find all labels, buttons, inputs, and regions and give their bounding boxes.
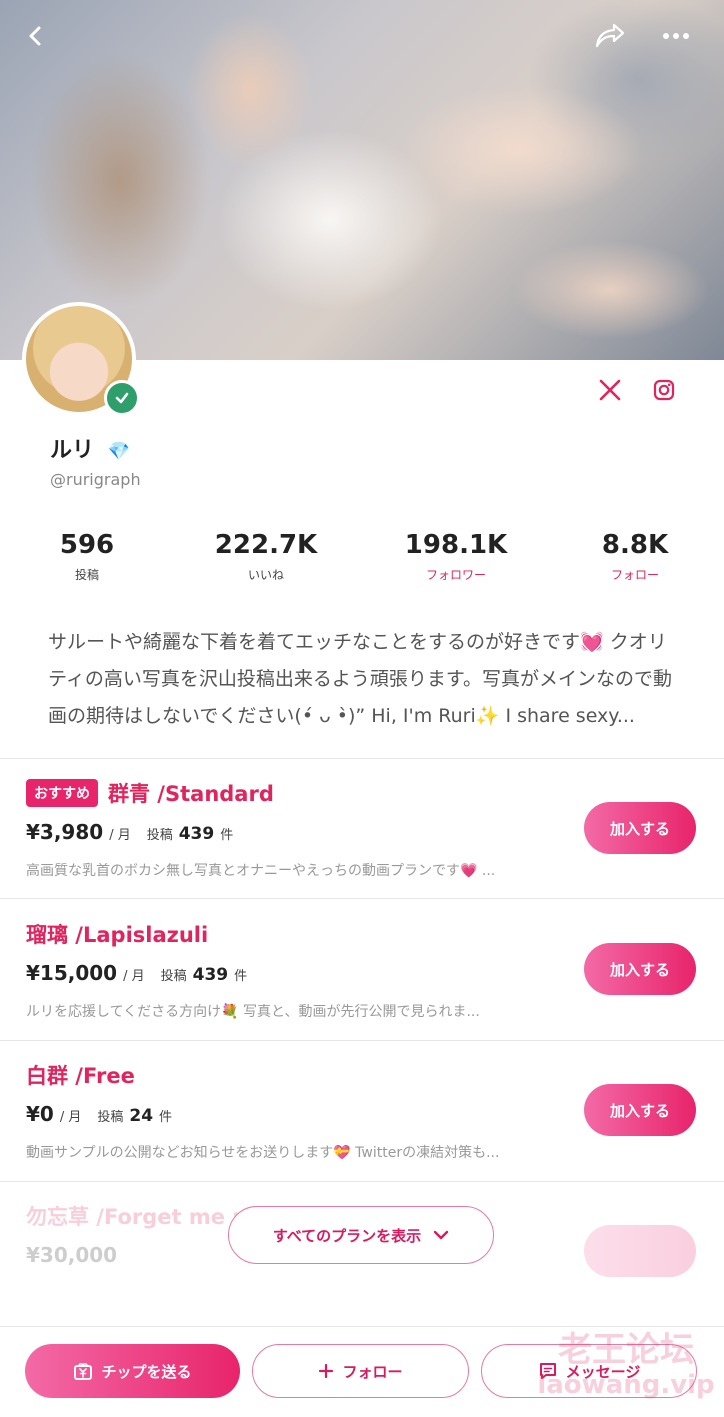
plan-posts-label: 投稿 — [146, 828, 173, 843]
plan-name: 白群 /Free — [26, 1064, 135, 1088]
stat-posts[interactable]: 596 投稿 — [12, 530, 162, 583]
instagram-link[interactable] — [646, 372, 682, 408]
plan-posts-count: 439 — [192, 965, 229, 985]
follow-label: フォロー — [342, 1362, 403, 1381]
share-button[interactable] — [588, 14, 632, 58]
plan-card-lapislazuli[interactable]: 瑠璃 /Lapislazuli ¥15,000 / 月 投稿 439 件 ルリを… — [0, 899, 724, 1039]
plan-card-standard[interactable]: おすすめ 群青 /Standard ¥3,980 / 月 投稿 439 件 高画… — [0, 758, 724, 898]
plan-period: / 月 — [59, 1110, 82, 1125]
plan-title-row: 瑠璃 /Lapislazuli — [26, 919, 208, 949]
join-button[interactable]: 加入する — [584, 943, 696, 995]
plan-period: / 月 — [123, 969, 145, 984]
watermark-line2: laowang.vip — [537, 1370, 715, 1400]
show-all-label: すべてのプランを表示 — [272, 1226, 422, 1245]
x-link[interactable] — [592, 372, 628, 408]
plan-price: ¥30,000 — [26, 1243, 118, 1267]
profile-name-text: ルリ — [50, 438, 95, 463]
plan-price-row: ¥0 / 月 投稿 24 件 — [26, 1102, 172, 1126]
send-tip-label: チップを送る — [101, 1362, 192, 1381]
stat-value: 8.8K — [601, 530, 669, 560]
profile-bio[interactable]: サルートや綺麗な下着を着てエッチなことをするのが好きです💓 クオリティの高い写真… — [48, 624, 678, 735]
plan-title-row: 勿忘草 /Forget me n — [26, 1201, 247, 1231]
plan-price-row: ¥3,980 / 月 投稿 439 件 — [26, 820, 233, 844]
cover-image — [0, 0, 724, 360]
stat-value: 222.7K — [214, 530, 318, 560]
back-button[interactable] — [14, 14, 58, 58]
diamond-icon: 💎 — [107, 441, 131, 462]
stat-likes[interactable]: 222.7K いいね — [191, 530, 341, 583]
plan-posts-label: 投稿 — [160, 969, 187, 984]
join-button[interactable]: 加入する — [584, 802, 696, 854]
plan-card-free[interactable]: 白群 /Free ¥0 / 月 投稿 24 件 動画サンプルの公開などお知らせを… — [0, 1040, 724, 1180]
stat-label: フォロー — [610, 568, 659, 582]
stat-value: 596 — [59, 530, 115, 560]
plan-posts-unit: 件 — [159, 1110, 173, 1125]
check-icon — [115, 392, 129, 404]
profile-handle: @rurigraph — [50, 470, 141, 489]
plan-posts-unit: 件 — [220, 828, 234, 843]
chevron-down-icon — [433, 1230, 449, 1240]
profile-name: ルリ 💎 — [50, 432, 130, 464]
plan-price: ¥15,000 — [26, 961, 118, 985]
plan-title-row: 白群 /Free — [26, 1060, 135, 1090]
more-icon — [663, 33, 689, 39]
chevron-left-icon — [29, 26, 41, 46]
plan-description: ルリを応援してくださる方向け💐 写真と、動画が先行公開で見られま... — [26, 1004, 480, 1020]
share-icon — [595, 23, 625, 48]
show-all-plans-button[interactable]: すべてのプランを表示 — [228, 1206, 494, 1264]
join-button[interactable]: 加入する — [584, 1084, 696, 1136]
yen-gift-icon — [74, 1362, 93, 1380]
plan-description: 高画質な乳首のボカシ無し写真とオナニーやえっちの動画プランです💗 ... — [26, 863, 496, 879]
plan-posts-count: 24 — [129, 1106, 154, 1126]
watermark-line1: 老王论坛 — [558, 1330, 694, 1370]
plan-posts-label: 投稿 — [97, 1110, 124, 1125]
plan-price-row: ¥15,000 / 月 投稿 439 件 — [26, 961, 247, 985]
stat-value: 198.1K — [404, 530, 508, 560]
plan-period: / 月 — [109, 828, 131, 843]
verified-badge — [104, 380, 140, 416]
plan-price: ¥0 — [26, 1102, 54, 1126]
plan-name: 勿忘草 /Forget me n — [26, 1205, 248, 1229]
plan-title-row: おすすめ 群青 /Standard — [26, 778, 274, 808]
plan-price-row: ¥30,000 — [26, 1243, 117, 1267]
plan-price: ¥3,980 — [26, 820, 104, 844]
join-button — [584, 1225, 696, 1277]
plus-icon — [319, 1363, 334, 1379]
stat-label: フォロワー — [425, 568, 486, 582]
recommended-badge: おすすめ — [26, 779, 98, 807]
stat-label: いいね — [247, 568, 284, 582]
instagram-icon — [653, 379, 675, 401]
follow-button[interactable]: フォロー — [252, 1344, 469, 1398]
stat-followers[interactable]: 198.1K フォロワー — [381, 530, 531, 583]
x-logo-icon — [599, 379, 621, 401]
stat-following[interactable]: 8.8K フォロー — [560, 530, 710, 583]
send-tip-button[interactable]: チップを送る — [25, 1344, 240, 1398]
watermark: 老王论坛 laowang.vip — [536, 1330, 716, 1410]
plan-description: 動画サンプルの公開などお知らせをお送りします💝 Twitterの凍結対策も... — [26, 1145, 500, 1161]
stat-label: 投稿 — [74, 568, 99, 582]
plan-name: 群青 /Standard — [108, 782, 274, 806]
plan-name: 瑠璃 /Lapislazuli — [26, 923, 209, 947]
plan-posts-unit: 件 — [234, 969, 248, 984]
more-options-button[interactable] — [654, 14, 698, 58]
plan-posts-count: 439 — [178, 824, 215, 844]
